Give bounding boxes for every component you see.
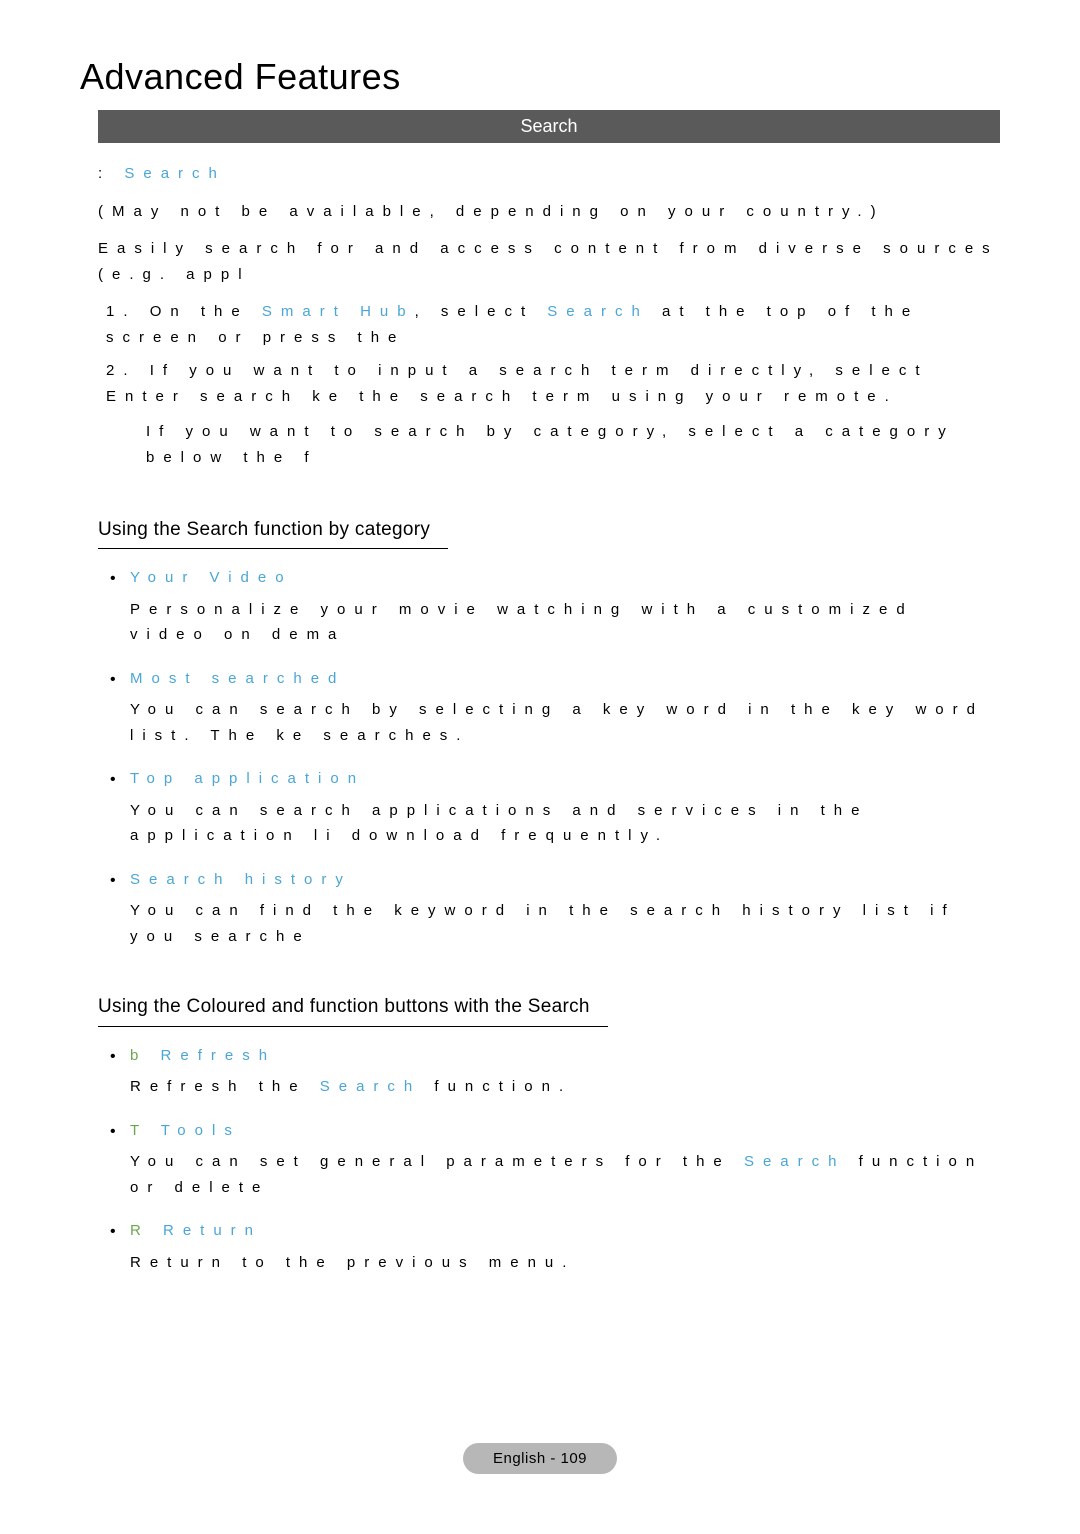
step-2: 2. If you want to input a search term di… bbox=[106, 358, 1000, 409]
item-tools: T Tools You can set general parameters f… bbox=[104, 1118, 1000, 1201]
refresh-after: function. bbox=[421, 1078, 572, 1095]
refresh-before: Refresh the bbox=[130, 1078, 320, 1095]
step-2-sub: If you want to search by category, selec… bbox=[146, 419, 1000, 470]
your-video-title: Your Video bbox=[130, 565, 1000, 591]
button-list: b Refresh Refresh the Search function. T… bbox=[104, 1043, 1000, 1276]
step-list: 1. On the Smart Hub, select Search at th… bbox=[106, 299, 1000, 470]
tools-prefix: T bbox=[130, 1122, 161, 1139]
refresh-body: Refresh the Search function. bbox=[130, 1074, 1000, 1100]
search-history-title: Search history bbox=[130, 867, 1000, 893]
intro-description: Easily search for and access content fro… bbox=[98, 236, 1000, 287]
step-1-before: On the bbox=[150, 303, 262, 320]
step-1: 1. On the Smart Hub, select Search at th… bbox=[106, 299, 1000, 350]
top-application-title: Top application bbox=[130, 766, 1000, 792]
top-application-body: You can search applications and services… bbox=[130, 798, 1000, 849]
tools-search-hl: Search bbox=[744, 1153, 846, 1170]
step-1-search: Search bbox=[547, 303, 649, 320]
step-1-num: 1. bbox=[106, 303, 137, 320]
intro-prefix: : bbox=[98, 165, 111, 182]
intro-label-line: : Search bbox=[98, 161, 1000, 187]
step-2-num: 2. bbox=[106, 362, 137, 379]
return-prefix: R bbox=[130, 1222, 163, 1239]
item-most-searched: Most searched You can search by selectin… bbox=[104, 666, 1000, 749]
refresh-title: b Refresh bbox=[130, 1043, 1000, 1069]
step-1-mid: , select bbox=[415, 303, 548, 320]
return-label: Return bbox=[163, 1222, 262, 1239]
content-body: : Search (May not be available, dependin… bbox=[98, 161, 1000, 1275]
category-list: Your Video Personalize your movie watchi… bbox=[104, 565, 1000, 949]
your-video-body: Personalize your movie watching with a c… bbox=[130, 597, 1000, 648]
refresh-label: Refresh bbox=[161, 1047, 277, 1064]
intro-label-search: Search bbox=[124, 165, 226, 182]
return-title: R Return bbox=[130, 1218, 1000, 1244]
return-body: Return to the previous menu. bbox=[130, 1250, 1000, 1276]
item-search-history: Search history You can find the keyword … bbox=[104, 867, 1000, 950]
item-refresh: b Refresh Refresh the Search function. bbox=[104, 1043, 1000, 1100]
subheading-coloured-buttons: Using the Coloured and function buttons … bbox=[98, 991, 608, 1026]
item-return: R Return Return to the previous menu. bbox=[104, 1218, 1000, 1275]
page-footer: English - 109 bbox=[0, 1443, 1080, 1474]
page-title: Advanced Features bbox=[80, 56, 1000, 98]
section-bar-search: Search bbox=[98, 110, 1000, 143]
step-1-smart-hub: Smart Hub bbox=[262, 303, 415, 320]
step-2-text: If you want to input a search term direc… bbox=[106, 362, 929, 405]
item-your-video: Your Video Personalize your movie watchi… bbox=[104, 565, 1000, 648]
tools-title: T Tools bbox=[130, 1118, 1000, 1144]
most-searched-body: You can search by selecting a key word i… bbox=[130, 697, 1000, 748]
refresh-prefix: b bbox=[130, 1047, 161, 1064]
tools-label: Tools bbox=[161, 1122, 241, 1139]
item-top-application: Top application You can search applicati… bbox=[104, 766, 1000, 849]
availability-note: (May not be available, depending on your… bbox=[98, 199, 1000, 225]
refresh-search-hl: Search bbox=[320, 1078, 422, 1095]
most-searched-title: Most searched bbox=[130, 666, 1000, 692]
search-history-body: You can find the keyword in the search h… bbox=[130, 898, 1000, 949]
subheading-category: Using the Search function by category bbox=[98, 514, 448, 549]
tools-before: You can set general parameters for the bbox=[130, 1153, 744, 1170]
footer-page-number: English - 109 bbox=[463, 1443, 617, 1474]
tools-body: You can set general parameters for the S… bbox=[130, 1149, 1000, 1200]
